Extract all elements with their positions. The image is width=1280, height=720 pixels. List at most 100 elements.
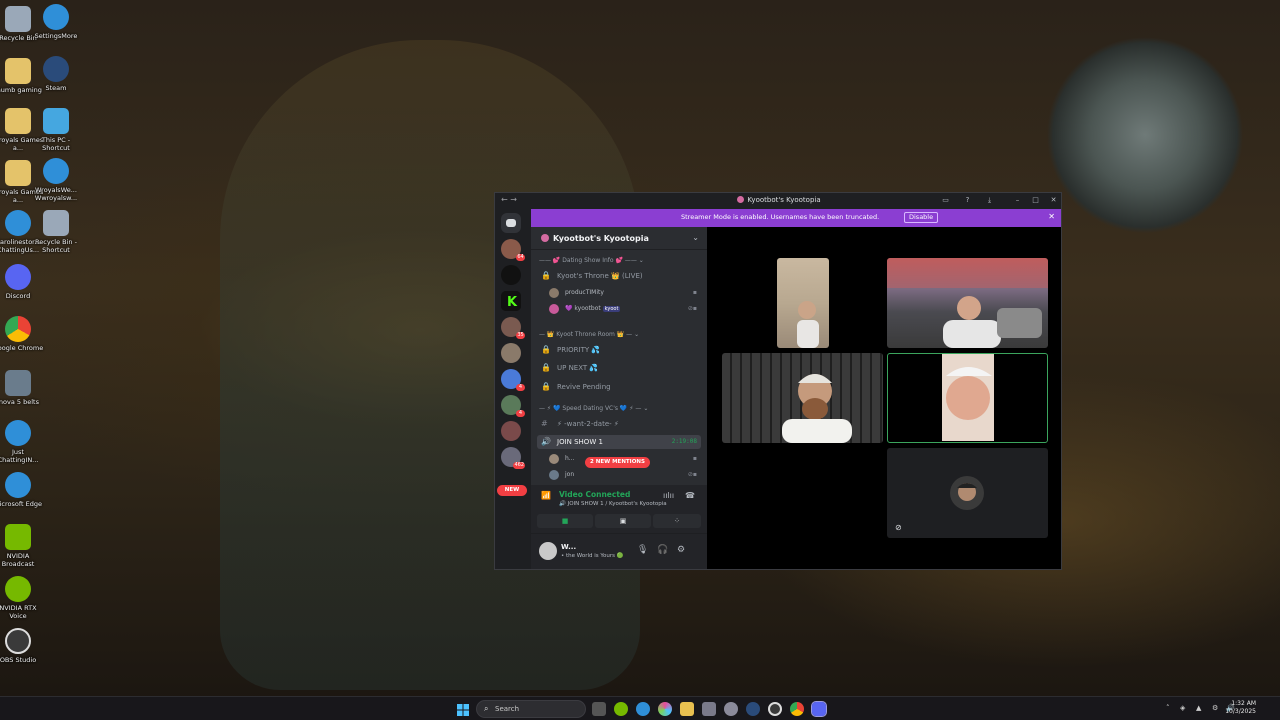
chevron-down-icon[interactable]: ⌄ xyxy=(692,233,699,242)
voice-location[interactable]: 🔊 JOIN SHOW 1 / Kyootbot's Kyootopia xyxy=(559,501,667,507)
windows-start-icon[interactable] xyxy=(456,702,470,716)
banner-close-icon[interactable]: ✕ xyxy=(1048,212,1055,221)
category-speed-dating[interactable]: — ⚡ 💙 Speed Dating VC's 💙 ⚡ — ⌄ xyxy=(539,405,648,412)
server-icon-4[interactable]: 35 xyxy=(501,317,525,339)
discord-icon[interactable] xyxy=(811,701,827,717)
steam-icon xyxy=(43,56,69,82)
gear-icon[interactable]: ⚙ xyxy=(677,545,685,555)
video-stage: ⊘ xyxy=(707,227,1061,569)
disable-button[interactable]: Disable xyxy=(904,212,939,223)
desktop-icon-obs[interactable]: OBS Studio xyxy=(0,628,44,664)
voice-status[interactable]: Video Connected xyxy=(559,490,630,499)
tray-app-icon[interactable]: ⚙ xyxy=(1212,704,1218,712)
steam-icon[interactable] xyxy=(746,702,760,716)
desktop-icon-nvidia-rtx-voice[interactable]: NVIDIA RTX Voice xyxy=(0,576,44,620)
camera-button[interactable]: ■ xyxy=(537,514,593,528)
disconnect-icon[interactable]: ☎ xyxy=(685,491,695,500)
server-header[interactable]: Kyootbot's Kyootopia xyxy=(541,234,649,243)
system-clock[interactable]: 1:32 AM 10/3/2025 xyxy=(1225,700,1256,716)
mute-icon: ⊘▪ xyxy=(687,471,697,478)
file-explorer-icon[interactable] xyxy=(680,702,694,716)
lock-icon: 🔒 xyxy=(541,382,551,391)
channel-want-2-date[interactable]: # ⚡ -want-2-date- ⚡ xyxy=(537,417,701,431)
divider xyxy=(531,249,707,250)
window-titlebar: ← → Kyootbot's Kyootopia ▭ ? ⤓ – □ ✕ xyxy=(495,193,1061,208)
server-icon-7[interactable]: 4 xyxy=(501,395,525,417)
video-tile-2[interactable] xyxy=(887,258,1048,348)
maximize-icon[interactable]: □ xyxy=(1031,196,1040,205)
chevron-up-icon[interactable]: ˄ xyxy=(1166,704,1170,712)
close-icon[interactable]: ✕ xyxy=(1049,196,1058,205)
headphones-icon[interactable]: 🎧 xyxy=(657,545,668,555)
category-dating-show-info[interactable]: —— 💕 Dating Show Info 💕 —— ⌄ xyxy=(539,257,644,264)
username[interactable]: W... xyxy=(561,543,576,551)
desktop-icon-recycle-bin-shortcut[interactable]: Recycle Bin - Shortcut xyxy=(30,210,82,254)
channel-up-next[interactable]: 🔒 UP NEXT 💦 xyxy=(537,361,701,375)
recycle-bin-icon xyxy=(5,6,31,32)
folder-icon xyxy=(5,58,31,84)
task-view-icon[interactable] xyxy=(592,702,606,716)
inbox-icon[interactable]: ▭ xyxy=(941,196,950,205)
obs-icon xyxy=(5,628,31,654)
server-icon-1[interactable]: 64 xyxy=(501,239,525,261)
headphones-icon xyxy=(5,576,31,602)
desktop-icon-inova[interactable]: Inova 5 belts xyxy=(0,370,44,406)
chrome-icon[interactable] xyxy=(790,702,804,716)
video-tile-4-speaking[interactable] xyxy=(887,353,1048,443)
noise-suppression-icon[interactable]: ıılıı xyxy=(663,491,674,500)
obs-icon[interactable] xyxy=(768,702,782,716)
kick-icon[interactable]: K xyxy=(501,291,521,311)
server-icon-6[interactable]: 4 xyxy=(501,369,525,391)
store-icon[interactable] xyxy=(702,702,716,716)
screen-share-button[interactable]: ▣ xyxy=(595,514,651,528)
voice-member[interactable]: producTIMity ▪ xyxy=(549,287,699,299)
video-tile-3[interactable] xyxy=(722,353,883,443)
taskbar-search[interactable]: ⌕ Search xyxy=(476,700,586,718)
channel-join-show-1[interactable]: 🔊 JOIN SHOW 1 2:19:08 xyxy=(537,435,701,449)
new-unreads-pill[interactable]: NEW xyxy=(497,485,527,496)
voice-member[interactable]: jon ⊘▪ xyxy=(549,469,699,481)
video-tile-5-camera-off[interactable]: ⊘ xyxy=(887,448,1048,538)
tray-app-icon[interactable]: ▲ xyxy=(1196,704,1201,712)
channel-priority[interactable]: 🔒 PRIORITY 💦 xyxy=(537,343,701,357)
server-icon-5[interactable] xyxy=(501,343,521,363)
voice-member[interactable]: 💜 kyootbot kyoot ⊘▪ xyxy=(549,303,699,315)
channel-revive-pending[interactable]: 🔒 Revive Pending xyxy=(537,380,701,394)
edge-icon xyxy=(43,158,69,184)
edge-icon xyxy=(5,420,31,446)
server-icon-9[interactable]: 462 xyxy=(501,447,525,469)
desktop-icon-steam[interactable]: Steam xyxy=(30,56,82,92)
new-mentions-pill[interactable]: 2 NEW MENTIONS xyxy=(585,457,650,468)
edge-icon xyxy=(43,4,69,30)
desktop-icon-this-pc[interactable]: This PC - Shortcut xyxy=(30,108,82,152)
server-icon-2[interactable] xyxy=(501,265,521,285)
minimize-icon[interactable]: – xyxy=(1013,196,1022,205)
channel-kyoots-throne[interactable]: 🔒 Kyoot's Throne 👑 (LIVE) xyxy=(537,269,701,283)
signal-icon[interactable]: 📶 xyxy=(541,491,551,500)
copilot-icon[interactable] xyxy=(658,702,672,716)
desktop-icon-nvidia-broadcast[interactable]: NVIDIA Broadcast xyxy=(0,524,44,568)
speaker-icon: 🔊 xyxy=(541,437,551,446)
desktop-icon-just-chatting[interactable]: Just ChattingIN... xyxy=(0,420,44,464)
download-icon[interactable]: ⤓ xyxy=(985,196,994,205)
avatar[interactable] xyxy=(539,542,557,560)
activities-button[interactable]: ⁘ xyxy=(653,514,701,528)
camera-icon: ▪ xyxy=(692,289,697,296)
edge-icon[interactable] xyxy=(636,702,650,716)
nvidia-voice-icon[interactable] xyxy=(614,702,628,716)
desktop-icon-wroyals-web[interactable]: WroyalsWe... Wwroyalsw... xyxy=(30,158,82,202)
help-icon[interactable]: ? xyxy=(963,196,972,205)
desktop-icon-chrome[interactable]: Google Chrome xyxy=(0,316,44,352)
desktop-icon-discord[interactable]: Discord xyxy=(0,264,44,300)
category-kyoot-throne-room[interactable]: — 👑 Kyoot Throne Room 👑 — ⌄ xyxy=(539,331,639,338)
user-status: • the World is Yours 🟢 xyxy=(561,553,624,559)
tray-app-icon[interactable]: ◈ xyxy=(1180,704,1185,712)
desktop-icon-settings[interactable]: SettingsMore xyxy=(30,4,82,40)
server-icon-8[interactable] xyxy=(501,421,521,441)
video-tile-1[interactable] xyxy=(777,258,829,348)
streamer-mode-banner: Streamer Mode is enabled. Usernames have… xyxy=(531,209,1061,227)
settings-icon[interactable] xyxy=(724,702,738,716)
microphone-icon[interactable]: 🎙 xyxy=(637,545,648,555)
discord-home-icon[interactable] xyxy=(501,213,521,233)
desktop-icon-edge[interactable]: Microsoft Edge xyxy=(0,472,44,508)
